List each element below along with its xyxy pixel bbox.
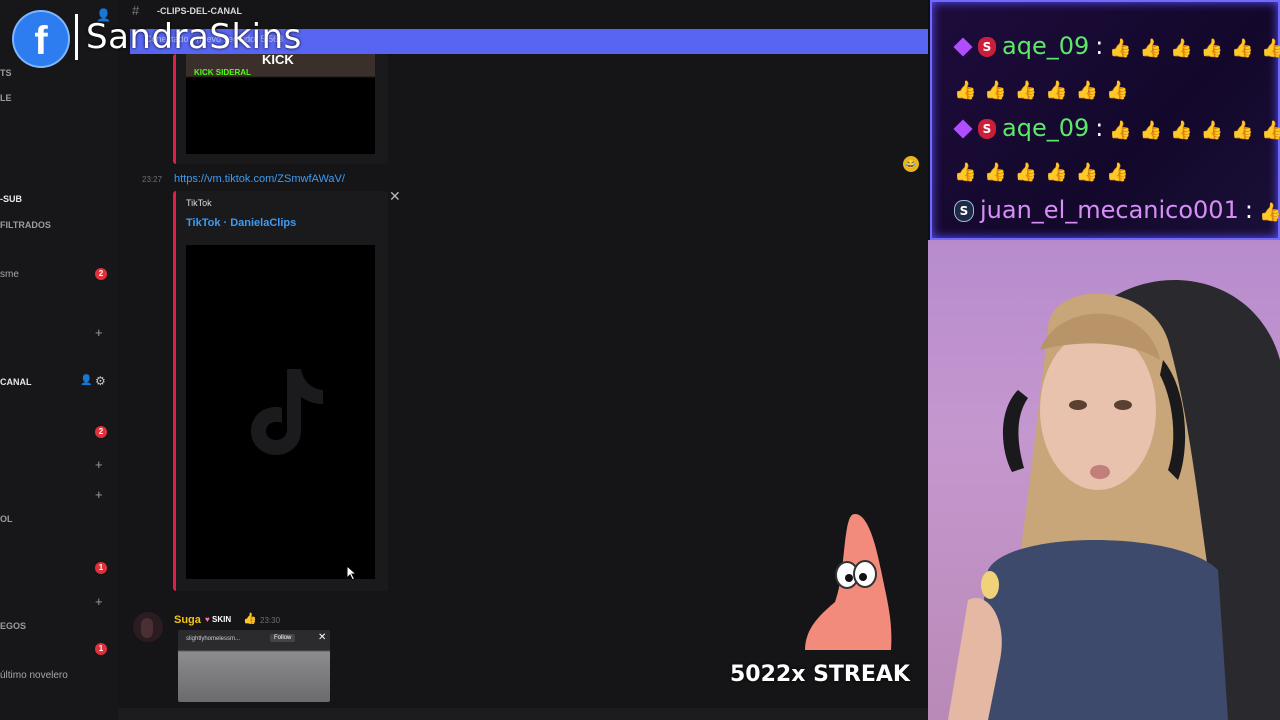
- add-channel-icon[interactable]: +: [95, 458, 103, 471]
- divider: [75, 14, 78, 60]
- chat-message: Saqe_09: 👍👍👍👍👍👍: [953, 114, 1280, 142]
- unread-badge: 1: [95, 643, 107, 655]
- sidebar-item[interactable]: LE: [0, 93, 12, 103]
- sidebar-item[interactable]: sme: [0, 269, 19, 280]
- close-icon[interactable]: ✕: [318, 632, 326, 643]
- streak-counter: 5022x STREAK: [730, 662, 910, 687]
- sidebar-item[interactable]: TS: [0, 68, 12, 78]
- unread-badge: 2: [95, 426, 107, 438]
- video-thumbnail[interactable]: KICK KICK SIDERAL: [186, 52, 375, 154]
- message-timestamp: 23:30: [260, 616, 281, 625]
- chat-message: Sjuan_el_mecanico001: 👍: [954, 196, 1280, 224]
- sub-badge-icon: S: [978, 119, 996, 139]
- preview-follow: Follow: [270, 634, 296, 642]
- stream-chat-overlay: Saqe_09: 👍👍👍👍👍👍 👍👍👍👍👍👍 Saqe_09: 👍👍👍👍👍👍 👍👍👍…: [930, 0, 1280, 240]
- message-author[interactable]: Suga: [174, 614, 201, 626]
- chat-username: juan_el_mecanico001: [980, 196, 1239, 224]
- sub-badge-icon: S: [954, 200, 974, 222]
- embed-title[interactable]: TikTok · DanielaClips: [186, 217, 296, 229]
- chat-emotes: 👍: [1258, 202, 1280, 223]
- webcam-feed: [928, 240, 1280, 720]
- role-tag: ♥ SKIN: [205, 615, 232, 624]
- tiktok-logo-icon: [251, 369, 323, 455]
- patrick-star-sticker: [805, 514, 892, 650]
- add-channel-icon[interactable]: +: [95, 488, 103, 501]
- hash-icon: #: [132, 3, 140, 18]
- streamer-webcam-image: [948, 280, 1280, 720]
- chat-emotes: 👍👍👍👍👍👍: [1109, 38, 1280, 59]
- streamer-name: SandraSkins: [86, 17, 302, 57]
- cube-badge-icon: [953, 37, 973, 57]
- emoji-reaction-icon[interactable]: 😂: [903, 156, 919, 172]
- channel-sidebar: TS LE -SUB FILTRADOS sme 2 + CANAL 👤 ⚙ 2…: [0, 0, 118, 720]
- sidebar-category-canal[interactable]: CANAL: [0, 377, 32, 387]
- sidebar-item[interactable]: OL: [0, 514, 13, 524]
- add-channel-icon[interactable]: +: [95, 595, 103, 608]
- chat-message-cont: 👍👍👍👍👍👍: [954, 74, 1136, 102]
- add-channel-icon[interactable]: +: [95, 326, 103, 339]
- facebook-logo-icon: f: [14, 12, 68, 66]
- chat-emotes: 👍👍👍👍👍👍: [954, 162, 1137, 183]
- preview-username: slightlyhomelessm...: [186, 636, 241, 642]
- chat-emotes: 👍👍👍👍👍👍: [1109, 120, 1280, 141]
- image-attachment[interactable]: slightlyhomelessm... Follow ✕: [178, 630, 330, 702]
- chat-username: aqe_09: [1002, 114, 1090, 142]
- mouse-cursor-icon: [346, 565, 358, 581]
- tiktok-embed: TikTok TikTok · DanielaClips: [173, 191, 388, 591]
- close-embed-icon[interactable]: ✕: [389, 188, 401, 205]
- sub-badge-icon: S: [978, 37, 996, 57]
- tiktok-video-player[interactable]: [186, 245, 375, 579]
- discord-window: TS LE -SUB FILTRADOS sme 2 + CANAL 👤 ⚙ 2…: [0, 0, 928, 720]
- chat-username: aqe_09: [1002, 32, 1090, 60]
- unread-badge: 1: [95, 562, 107, 574]
- sidebar-item[interactable]: último novelero: [0, 670, 68, 681]
- avatar[interactable]: [133, 612, 163, 642]
- chat-message: Saqe_09: 👍👍👍👍👍👍: [953, 32, 1280, 60]
- embed-provider: TikTok: [186, 198, 212, 208]
- hand-emoji-icon: 👍: [243, 613, 257, 625]
- video-embed[interactable]: KICK KICK SIDERAL: [173, 52, 388, 164]
- message-timestamp: 23:27: [142, 175, 163, 184]
- chat-message-cont: 👍👍👍👍👍👍: [954, 156, 1136, 184]
- sidebar-category-sub[interactable]: -SUB: [0, 194, 22, 204]
- message-input[interactable]: [118, 708, 928, 720]
- gear-icon[interactable]: ⚙: [95, 374, 106, 388]
- cube-badge-icon: [953, 119, 973, 139]
- kick-brand: KICK SIDERAL: [194, 68, 251, 77]
- message-link[interactable]: https://vm.tiktok.com/ZSmwfAWaV/: [174, 173, 345, 185]
- chat-emotes: 👍👍👍👍👍👍: [954, 80, 1137, 101]
- add-member-icon[interactable]: 👤: [80, 375, 92, 386]
- sidebar-category-juegos[interactable]: EGOS: [0, 621, 26, 631]
- unread-badge: 2: [95, 268, 107, 280]
- sidebar-category-filtrados[interactable]: FILTRADOS: [0, 220, 51, 230]
